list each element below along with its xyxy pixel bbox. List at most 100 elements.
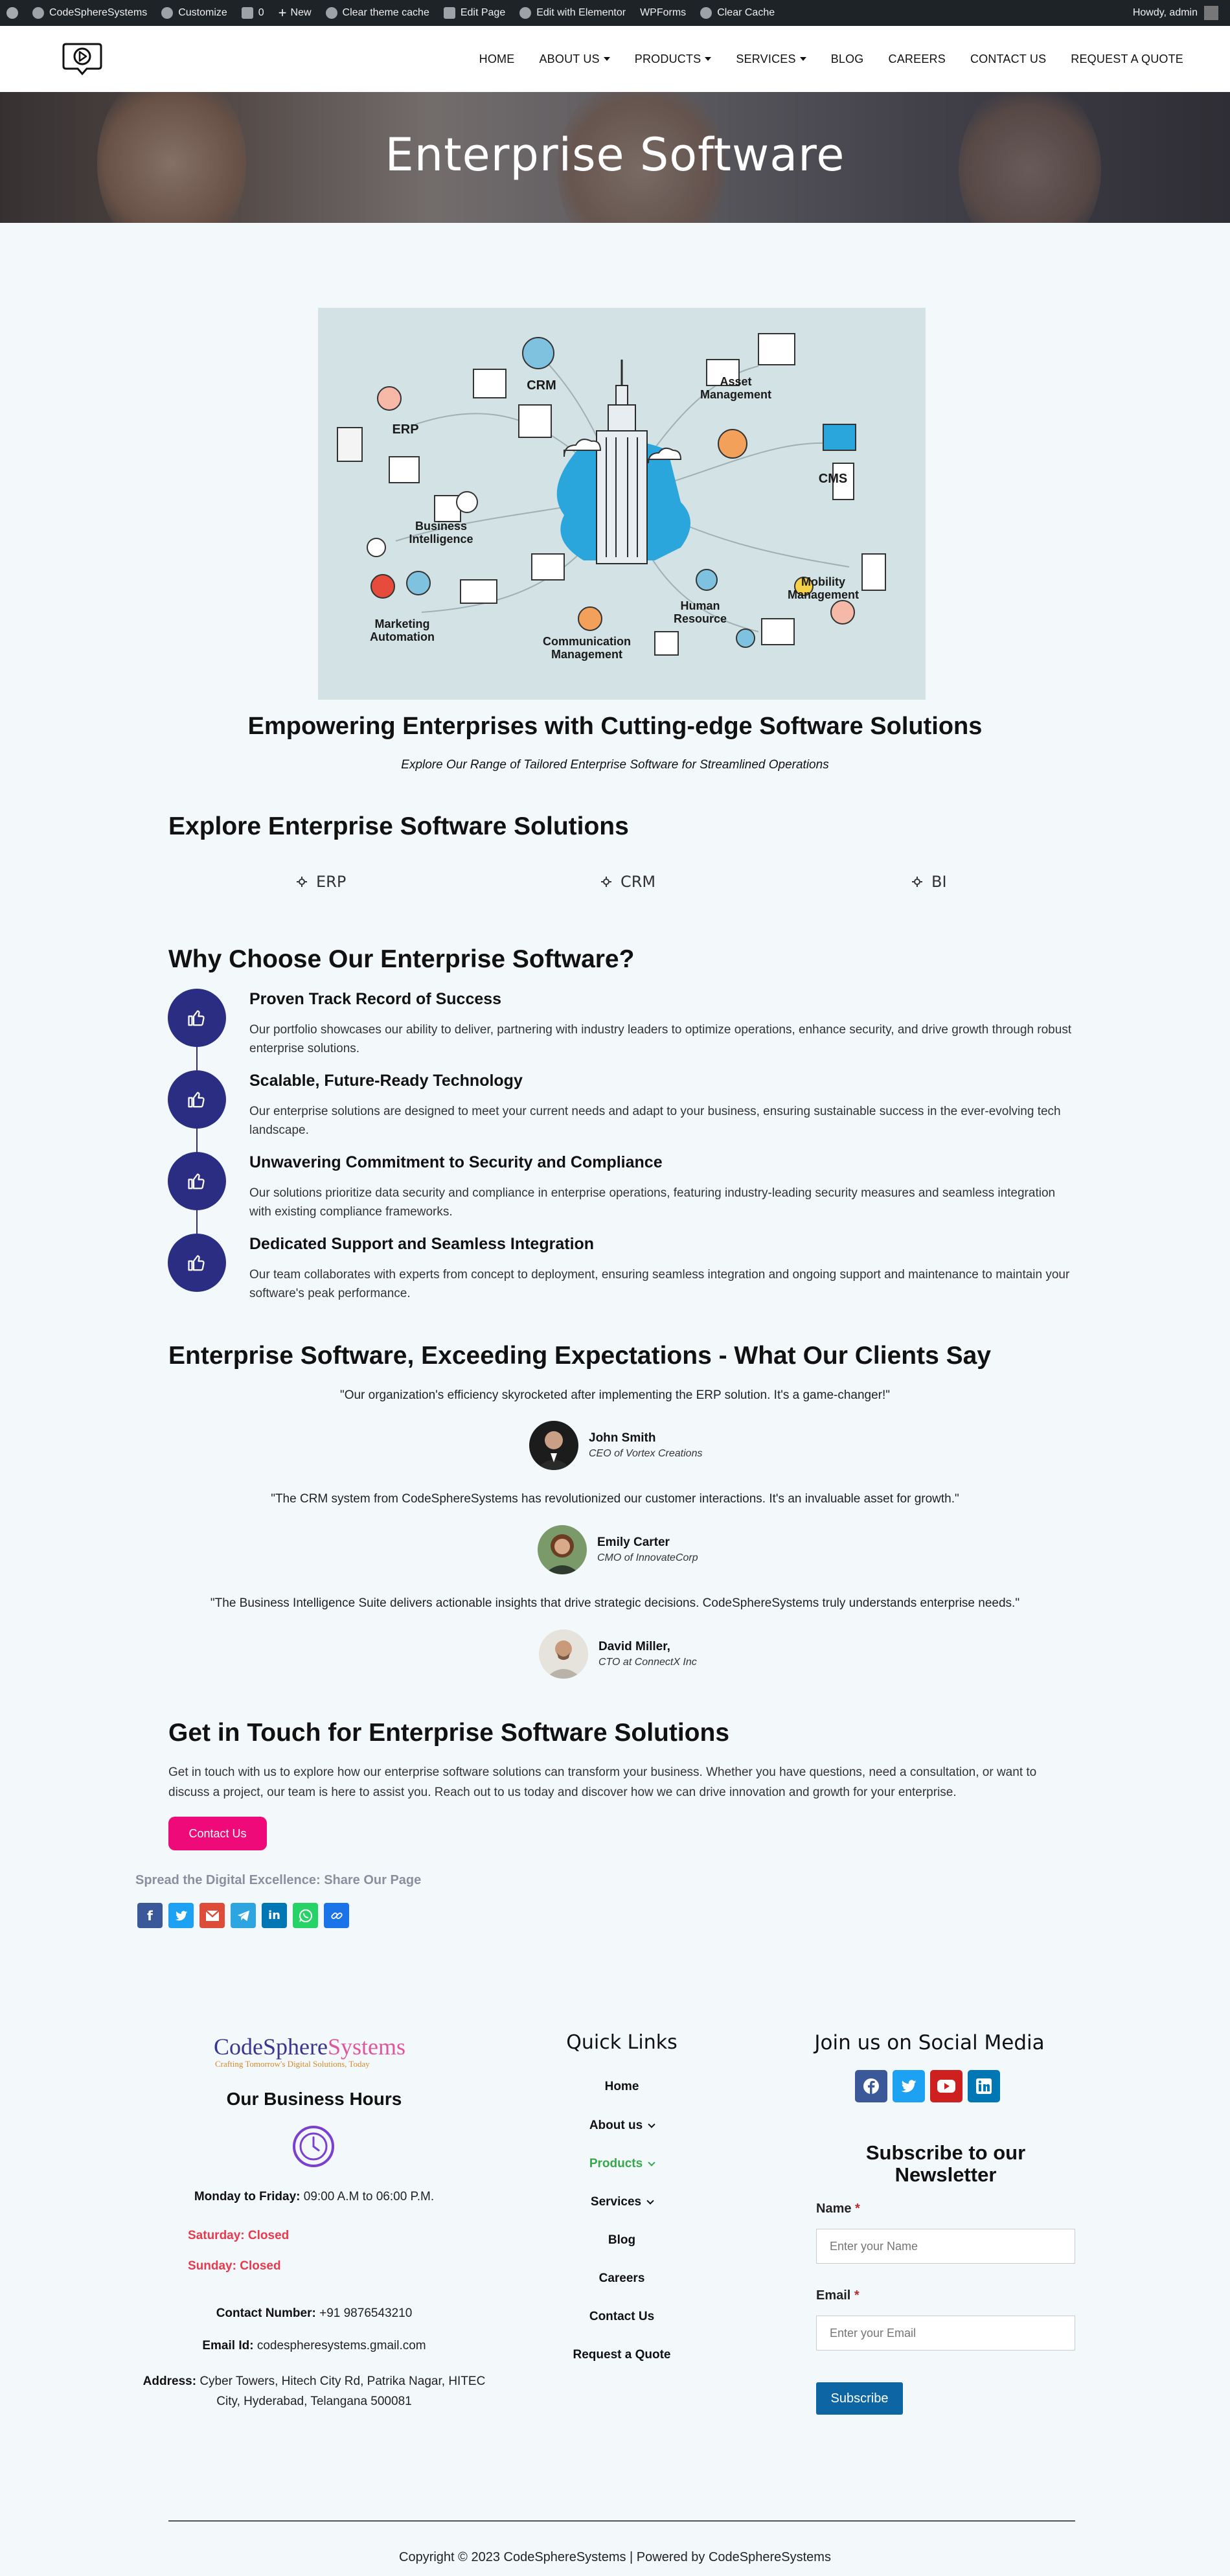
site-logo[interactable]	[61, 41, 104, 76]
linkedin-share-button[interactable]: in	[262, 1903, 287, 1928]
quick-link-careers[interactable]: Careers	[492, 2271, 751, 2286]
admin-edit-elementor[interactable]: Edit with Elementor	[519, 7, 626, 19]
hero-banner: Enterprise Software	[0, 92, 1230, 223]
quick-link-quote[interactable]: Request a Quote	[492, 2348, 751, 2362]
twitter-icon	[901, 2080, 917, 2093]
required-mark: *	[854, 2288, 860, 2303]
copy-link-share-button[interactable]	[324, 1903, 349, 1928]
name-input[interactable]	[816, 2229, 1075, 2264]
main-nav: HOME ABOUT US PRODUCTS SERVICES BLOG CAR…	[455, 26, 1183, 92]
illus-label-erp: ERP	[392, 422, 419, 437]
quick-link-label: Blog	[608, 2233, 636, 2247]
admin-edit-page[interactable]: Edit Page	[443, 7, 505, 19]
admin-clear-cache-label: Clear Cache	[717, 7, 775, 18]
footer-logo[interactable]: CodeSphereSystems Crafting Tomorrow's Di…	[214, 2033, 415, 2069]
nav-careers[interactable]: CAREERS	[889, 52, 946, 66]
nav-quote[interactable]: REQUEST A QUOTE	[1071, 52, 1183, 66]
whatsapp-share-button[interactable]	[293, 1903, 318, 1928]
newsletter-title: Subscribe to our Newsletter	[865, 2141, 1026, 2186]
timeline-marker	[168, 989, 226, 1047]
nav-contact-label: CONTACT US	[970, 52, 1047, 65]
enterprise-illustration: CRM ERP Asset Management CMS Business In…	[318, 308, 926, 700]
quick-link-services[interactable]: Services	[492, 2195, 751, 2209]
facebook-link[interactable]	[855, 2070, 887, 2102]
contact-number: Contact Number: +91 9876543210	[130, 2306, 499, 2321]
nav-blog[interactable]: BLOG	[831, 52, 864, 66]
illus-label-bi: Business Intelligence	[409, 520, 473, 546]
testimonial-client: John Smith CEO of Vortex Creations	[529, 1421, 702, 1470]
illus-label-comm: Communication Management	[542, 635, 631, 661]
telegram-share-button[interactable]	[231, 1903, 256, 1928]
social-title: Join us on Social Media	[814, 2031, 1045, 2054]
twitter-icon	[175, 1910, 187, 1920]
twitter-link[interactable]	[893, 2070, 925, 2102]
thumbs-up-icon	[188, 1173, 205, 1190]
admin-new-link[interactable]: + New	[279, 5, 312, 21]
illus-label-mobility: Mobility Management	[787, 575, 860, 601]
admin-site-link[interactable]: CodeSphereSystems	[32, 7, 147, 19]
nav-contact[interactable]: CONTACT US	[970, 52, 1046, 66]
testimonial-client: Emily Carter CMO of InnovateCorp	[538, 1525, 698, 1574]
address-label: Address:	[142, 2375, 197, 2388]
testimonial-quote: "Our organization's efficiency skyrocket…	[339, 1388, 891, 1402]
facebook-share-button[interactable]: f	[137, 1903, 163, 1928]
quick-link-label: Products	[589, 2157, 643, 2170]
youtube-icon	[937, 2080, 955, 2093]
nav-about-label: ABOUT US	[539, 52, 600, 65]
whatsapp-icon	[299, 1909, 312, 1922]
admin-comments-count: 0	[258, 7, 264, 18]
why-item-text: Our team collaborates with experts from …	[249, 1268, 1070, 1300]
admin-account[interactable]: Howdy, admin	[1133, 6, 1218, 20]
chevron-down-icon	[799, 57, 806, 61]
email-input[interactable]	[816, 2316, 1075, 2351]
admin-avatar	[1204, 6, 1218, 20]
admin-clear-cache[interactable]: Clear Cache	[700, 7, 775, 19]
contact-title: Get in Touch for Enterprise Software Sol…	[168, 1719, 730, 1747]
quick-link-home[interactable]: Home	[492, 2080, 751, 2094]
quick-link-label: Careers	[598, 2271, 645, 2285]
footer-logo-accent: Systems	[327, 2034, 405, 2060]
contact-text: Get in touch with us to explore how our …	[168, 1765, 1037, 1799]
solution-item-label: CRM	[621, 873, 656, 891]
client-name: David Miller,	[598, 1640, 670, 1653]
solutions-title: Explore Enterprise Software Solutions	[168, 812, 629, 840]
facebook-icon: f	[147, 1907, 153, 1924]
solution-item-bi[interactable]: BI	[912, 873, 947, 891]
youtube-link[interactable]	[930, 2070, 962, 2102]
client-name: Emily Carter	[597, 1535, 670, 1549]
intro-title: Empowering Enterprises with Cutting-edge…	[247, 713, 983, 740]
admin-clear-theme-cache[interactable]: Clear theme cache	[325, 7, 429, 19]
gmail-share-button[interactable]	[199, 1903, 225, 1928]
quick-link-products[interactable]: Products	[492, 2157, 751, 2171]
admin-comments-link[interactable]: 0	[241, 7, 264, 19]
nav-home-label: HOME	[479, 52, 515, 65]
thumbs-up-icon	[188, 1255, 205, 1271]
twitter-share-button[interactable]	[168, 1903, 194, 1928]
nav-about[interactable]: ABOUT US	[539, 52, 610, 66]
subscribe-button[interactable]: Subscribe	[816, 2382, 903, 2415]
why-item-title: Scalable, Future-Ready Technology	[249, 1072, 523, 1090]
nav-services[interactable]: SERVICES	[736, 52, 806, 66]
quick-link-blog[interactable]: Blog	[492, 2233, 751, 2248]
solution-item-erp[interactable]: ERP	[297, 873, 346, 891]
play-logo-icon	[62, 43, 102, 76]
nav-products[interactable]: PRODUCTS	[635, 52, 712, 66]
quick-link-about[interactable]: About us	[492, 2119, 751, 2133]
contact-us-button[interactable]: Contact Us	[168, 1817, 267, 1850]
quick-link-contact[interactable]: Contact Us	[492, 2310, 751, 2324]
comment-icon	[241, 7, 253, 19]
nav-home[interactable]: HOME	[479, 52, 515, 66]
why-item-title: Dedicated Support and Seamless Integrati…	[249, 1235, 595, 1253]
solution-item-crm[interactable]: CRM	[601, 873, 655, 891]
testimonial-client: David Miller, CTO at ConnectX Inc	[539, 1629, 697, 1679]
share-title: Spread the Digital Excellence: Share Our…	[135, 1873, 422, 1887]
address-value: Cyber Towers, Hitech City Rd, Patrika Na…	[199, 2375, 486, 2408]
wordpress-logo-icon[interactable]	[6, 7, 18, 19]
business-hours-title: Our Business Hours	[226, 2089, 402, 2109]
admin-customize-link[interactable]: Customize	[161, 7, 227, 19]
solution-item-label: BI	[931, 873, 947, 891]
admin-bar: CodeSphereSystems Customize 0 + New Clear…	[0, 0, 1230, 26]
why-item-text: Our enterprise solutions are designed to…	[249, 1105, 1061, 1137]
admin-wpforms[interactable]: WPForms	[640, 7, 686, 19]
linkedin-link[interactable]	[968, 2070, 1000, 2102]
